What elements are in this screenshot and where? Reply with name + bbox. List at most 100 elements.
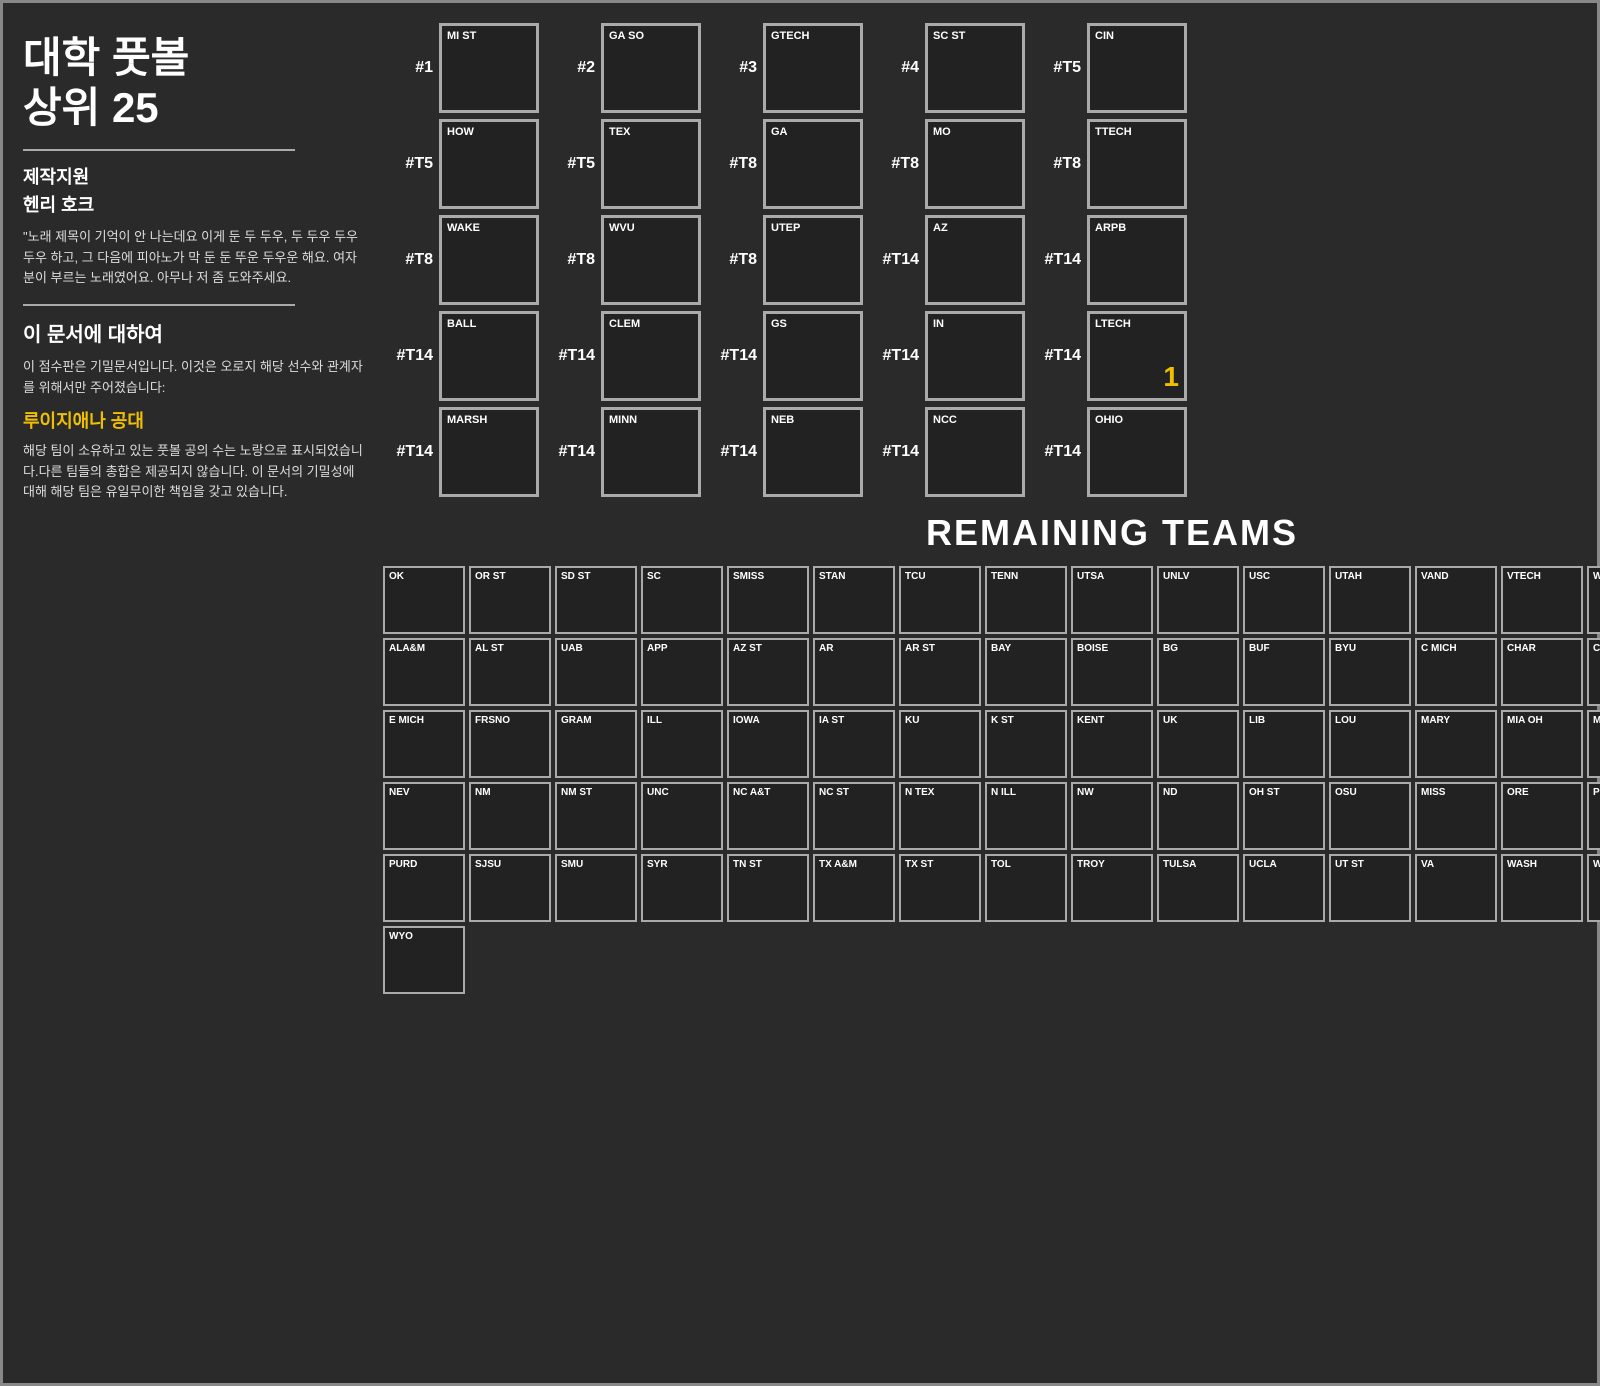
team-box-gs: GS (763, 311, 863, 401)
rem-box-bay: BAY (985, 638, 1067, 706)
remaining-row-5: WYO (383, 926, 1600, 994)
rem-box-uk: UK (1157, 710, 1239, 778)
team-abbr-utep: UTEP (771, 222, 855, 235)
team-abbr-cin: CIN (1095, 30, 1179, 43)
rem-abbr-ku: KU (905, 715, 975, 727)
rem-abbr-sjsu: SJSU (475, 859, 545, 871)
rem-box-nev: NEV (383, 782, 465, 850)
rem-abbr-mich: MICH (1593, 715, 1600, 727)
team-box-mo: MO (925, 119, 1025, 209)
credits-label: 제작지원 (23, 163, 363, 189)
rank-label-t5c: #T5 (545, 155, 595, 173)
rank-label-t14e: #T14 (707, 347, 757, 365)
rank-row-1: #1 MI ST #2 GA SO #3 GTECH #4 SC ST #T5 (383, 23, 1600, 113)
rankings-section: #1 MI ST #2 GA SO #3 GTECH #4 SC ST #T5 (383, 23, 1600, 497)
rem-box-nill: N ILL (985, 782, 1067, 850)
divider-2 (23, 304, 295, 306)
team-box-ttech: TTECH (1087, 119, 1187, 209)
rem-box-miaoh: MIA OH (1501, 710, 1583, 778)
rem-abbr-ntex: N TEX (905, 787, 975, 799)
rank-label-t8e: #T8 (545, 251, 595, 269)
rank-label-t5a: #T5 (1031, 59, 1081, 77)
rem-abbr-ala&m: ALA&M (389, 643, 459, 655)
rem-box-kent: KENT (1071, 710, 1153, 778)
team-box-in: IN (925, 311, 1025, 401)
team-box-ohio: OHIO (1087, 407, 1187, 497)
rem-abbr-miaoh: MIA OH (1507, 715, 1577, 727)
team-box-wvu: WVU (601, 215, 701, 305)
team-abbr-ball: BALL (447, 318, 531, 331)
rem-box-emich: E MICH (383, 710, 465, 778)
team-abbr-ga: GA (771, 126, 855, 139)
team-abbr-in: IN (933, 318, 1017, 331)
rem-abbr-vtech: VTECH (1507, 571, 1577, 583)
rem-abbr-nd: ND (1163, 787, 1233, 799)
rem-abbr-emich: E MICH (389, 715, 459, 727)
remaining-row-4: PURDSJSUSMUSYRTN STTX A&MTX STTOLTROYTUL… (383, 854, 1600, 922)
rank-label-t5b: #T5 (383, 155, 433, 173)
rank-label-t14d: #T14 (545, 347, 595, 365)
rem-abbr-miss: MISS (1421, 787, 1491, 799)
rank-row-4: #T14 BALL #T14 CLEM #T14 GS #T14 IN #T14 (383, 311, 1600, 401)
rem-box-cmich: C MICH (1415, 638, 1497, 706)
rank-label-t8b: #T8 (869, 155, 919, 173)
team-box-how: HOW (439, 119, 539, 209)
team-box-clem: CLEM (601, 311, 701, 401)
rem-abbr-tenn: TENN (991, 571, 1061, 583)
rem-abbr-vand: VAND (1421, 571, 1491, 583)
rem-box-ohst: OH ST (1243, 782, 1325, 850)
team-box-gtech: GTECH (763, 23, 863, 113)
rem-box-sdst: SD ST (555, 566, 637, 634)
right-panel: #1 MI ST #2 GA SO #3 GTECH #4 SC ST #T5 (383, 23, 1600, 994)
rem-box-alst: AL ST (469, 638, 551, 706)
remaining-teams-grid: OKOR STSD STSCSMISSSTANTCUTENNUTSAUNLVUS… (383, 566, 1600, 994)
rem-abbr-bay: BAY (991, 643, 1061, 655)
remaining-row-1: ALA&MAL STUABAPPAZ STARAR STBAYBOISEBGBU… (383, 638, 1600, 706)
rem-box-smu: SMU (555, 854, 637, 922)
rem-box-gram: GRAM (555, 710, 637, 778)
rem-abbr-ar: AR (819, 643, 889, 655)
team-abbr-wvu: WVU (609, 222, 693, 235)
team-abbr-ltech: LTECH (1095, 318, 1179, 331)
rem-abbr-ill: ILL (647, 715, 717, 727)
rem-abbr-tcu: TCU (905, 571, 975, 583)
rem-box-ar: AR (813, 638, 895, 706)
rem-box-wsu: WSU (1587, 566, 1600, 634)
team-box-arpb: ARPB (1087, 215, 1187, 305)
rem-box-kst: K ST (985, 710, 1067, 778)
rem-box-unlv: UNLV (1157, 566, 1239, 634)
rem-abbr-nca&t: NC A&T (733, 787, 803, 799)
rank-label-t8f: #T8 (707, 251, 757, 269)
rank-label-3: #3 (707, 59, 757, 77)
rem-abbr-ore: ORE (1507, 787, 1577, 799)
rem-box-bg: BG (1157, 638, 1239, 706)
rank-label-t8c: #T8 (1031, 155, 1081, 173)
rem-box-miss: MISS (1415, 782, 1497, 850)
rem-abbr-boise: BOISE (1077, 643, 1147, 655)
rem-box-nw: NW (1071, 782, 1153, 850)
team-highlight: 루이지애나 공대 (23, 407, 363, 433)
rem-abbr-bg: BG (1163, 643, 1233, 655)
rem-abbr-buf: BUF (1249, 643, 1319, 655)
rank-label-t14a: #T14 (869, 251, 919, 269)
main-container: 대학 풋볼 상위 25 제작지원 헨리 호크 "노래 제목이 기억이 안 나는데… (23, 23, 1577, 994)
rem-abbr-gram: GRAM (561, 715, 631, 727)
rem-box-tnst: TN ST (727, 854, 809, 922)
rem-box-mich: MICH (1587, 710, 1600, 778)
rem-abbr-cmich: C MICH (1421, 643, 1491, 655)
team-box-az: AZ (925, 215, 1025, 305)
rem-box-tcu: TCU (899, 566, 981, 634)
rem-box-buf: BUF (1243, 638, 1325, 706)
rem-box-ntex: N TEX (899, 782, 981, 850)
rem-abbr-ohst: OH ST (1249, 787, 1319, 799)
rem-abbr-nw: NW (1077, 787, 1147, 799)
rem-abbr-tnst: TN ST (733, 859, 803, 871)
team-abbr-how: HOW (447, 126, 531, 139)
team-abbr-gtech: GTECH (771, 30, 855, 43)
rem-abbr-ucla: UCLA (1249, 859, 1319, 871)
about-title: 이 문서에 대하여 (23, 318, 363, 347)
rem-box-utsa: UTSA (1071, 566, 1153, 634)
team-abbr-neb: NEB (771, 414, 855, 427)
rem-box-arst: AR ST (899, 638, 981, 706)
rem-box-purd: PURD (383, 854, 465, 922)
